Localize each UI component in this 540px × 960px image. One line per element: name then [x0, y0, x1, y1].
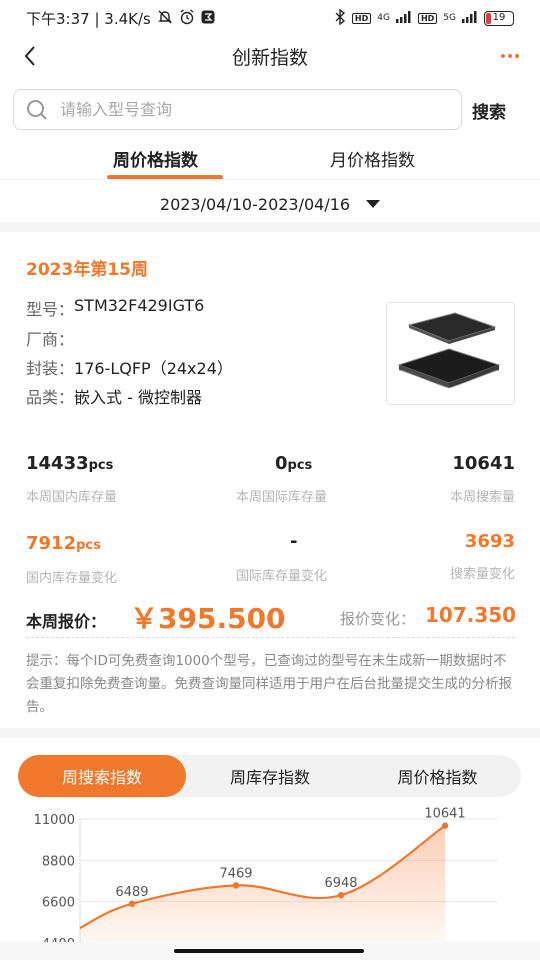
alarm-icon [179, 8, 195, 28]
nav-bar: 创新指数 [0, 36, 540, 76]
home-indicator[interactable] [174, 949, 364, 953]
search-input[interactable] [60, 100, 440, 119]
intl-stock-number: 0 [275, 453, 288, 474]
price-change-label: 报价变化： [340, 610, 416, 628]
chart-data-label: 6948 [324, 876, 357, 891]
model-value: STM32F429IGT6 [74, 296, 205, 315]
intl-stock-unit: pcs [287, 458, 313, 473]
model-label: 型号： [26, 300, 75, 319]
signal-icon [395, 10, 412, 26]
more-dot-icon [501, 54, 505, 58]
chip-image-icon [397, 312, 501, 389]
price-change-value: 107.350 [425, 603, 517, 627]
search-row: 搜索 [0, 88, 540, 132]
date-range-selector[interactable]: 2023/04/10-2023/04/16 [0, 190, 540, 218]
domestic-change-value: 7912pcs [26, 533, 101, 554]
index-tabs: 周价格指数 月价格指数 [0, 140, 540, 180]
more-dot-icon [508, 54, 512, 58]
intl-change-value: - [290, 531, 298, 552]
domestic-stock-value: 14433pcs [26, 453, 113, 474]
chart-y-axis: 11000880066004400 [34, 813, 75, 945]
tab-weekly-search-index[interactable]: 周搜索指数 [18, 755, 186, 797]
hd-badge-2: HD [417, 12, 438, 24]
section-separator [0, 222, 540, 232]
status-right: HD 4G HD 5G 19 [334, 8, 514, 28]
package-row: 封装： 176-LQFP（24x24） [26, 355, 233, 379]
weekly-quote-price: ￥395.500 [130, 602, 286, 635]
model-row: 型号： STM32F429IGT6 [26, 296, 204, 320]
search-volume-value: 10641 [452, 453, 515, 474]
category-value: 嵌入式 - 微控制器 [74, 388, 202, 407]
domestic-change-number: 7912 [26, 533, 77, 554]
signal-icon-2 [462, 10, 478, 26]
domestic-change-label: 国内库存量变化 [26, 571, 118, 586]
status-time: 下午3:37 | 3.4K/s [26, 9, 151, 28]
week-title: 2023年第15周 [26, 260, 148, 280]
network-5g-label: 5G [443, 13, 456, 23]
chart-data-point[interactable] [128, 900, 136, 907]
package-value: 176-LQFP（24x24） [74, 359, 233, 378]
divider [26, 637, 515, 638]
back-button[interactable] [16, 42, 44, 70]
app-notification-icon [201, 10, 215, 27]
domestic-stock-number: 14433 [26, 453, 89, 474]
intl-stock-label: 本周国际库存量 [236, 490, 328, 505]
category-row: 品类： 嵌入式 - 微控制器 [26, 384, 202, 408]
mute-bell-icon [157, 9, 173, 28]
chart-data-point[interactable] [441, 822, 449, 829]
network-4g-label: 4G [377, 13, 390, 23]
search-box[interactable] [13, 89, 462, 130]
package-label: 封装： [26, 359, 75, 378]
triangle-down-icon [366, 200, 381, 208]
maker-label: 厂商： [26, 330, 75, 349]
chart-data-point[interactable] [337, 891, 345, 899]
battery-icon: 19 [484, 10, 514, 26]
section-separator [0, 728, 540, 738]
more-dot-icon [515, 54, 519, 58]
product-image [386, 302, 515, 405]
search-change-value: 3693 [464, 531, 515, 552]
domestic-change-unit: pcs [76, 538, 101, 553]
chart-data-point[interactable] [232, 882, 240, 889]
divider [0, 179, 540, 180]
search-icon [27, 99, 47, 120]
tab-monthly-price[interactable]: 月价格指数 [330, 146, 415, 171]
chart-y-tick-label: 6600 [42, 896, 75, 911]
status-left: 下午3:37 | 3.4K/s [26, 8, 215, 29]
search-button[interactable]: 搜索 [472, 98, 506, 123]
chart-y-tick-label: 8800 [42, 854, 75, 869]
intl-stock-value: 0pcs [275, 453, 312, 474]
chart-data-label: 6489 [115, 885, 148, 900]
chart-data-label: 10641 [424, 807, 465, 822]
status-bar: 下午3:37 | 3.4K/s HD 4G HD 5G 19 [0, 0, 540, 36]
tab-weekly-price-index[interactable]: 周价格指数 [354, 755, 521, 797]
search-volume-label: 本周搜索量 [449, 490, 515, 505]
search-index-chart: 11000880066004400 64897469694810641 [34, 807, 498, 945]
maker-row: 厂商： [26, 326, 74, 350]
search-change-label: 搜索量变化 [449, 567, 515, 582]
notice-text: 提示：每个ID可免费查询1000个型号，已查询过的型号在未生成新一期数据时不会重… [26, 653, 512, 715]
chart-data-label: 7469 [219, 866, 252, 881]
chart-tabs: 周搜索指数 周库存指数 周价格指数 [18, 755, 521, 797]
tab-weekly-stock-index[interactable]: 周库存指数 [186, 755, 354, 797]
intl-change-label: 国际库存量变化 [236, 569, 328, 584]
chevron-left-icon [24, 46, 35, 66]
category-label: 品类： [26, 388, 75, 407]
battery-level: 19 [492, 12, 506, 23]
more-button[interactable] [496, 42, 524, 70]
weekly-quote-label: 本周报价： [26, 612, 107, 631]
tab-weekly-price[interactable]: 周价格指数 [113, 146, 198, 171]
domestic-stock-label: 本周国内库存量 [26, 490, 118, 505]
hd-badge: HD [351, 12, 372, 24]
date-range-text: 2023/04/10-2023/04/16 [159, 194, 351, 214]
chart-y-tick-label: 11000 [34, 813, 75, 828]
domestic-stock-unit: pcs [88, 458, 114, 473]
page-title: 创新指数 [231, 46, 308, 69]
bluetooth-icon [334, 8, 346, 28]
